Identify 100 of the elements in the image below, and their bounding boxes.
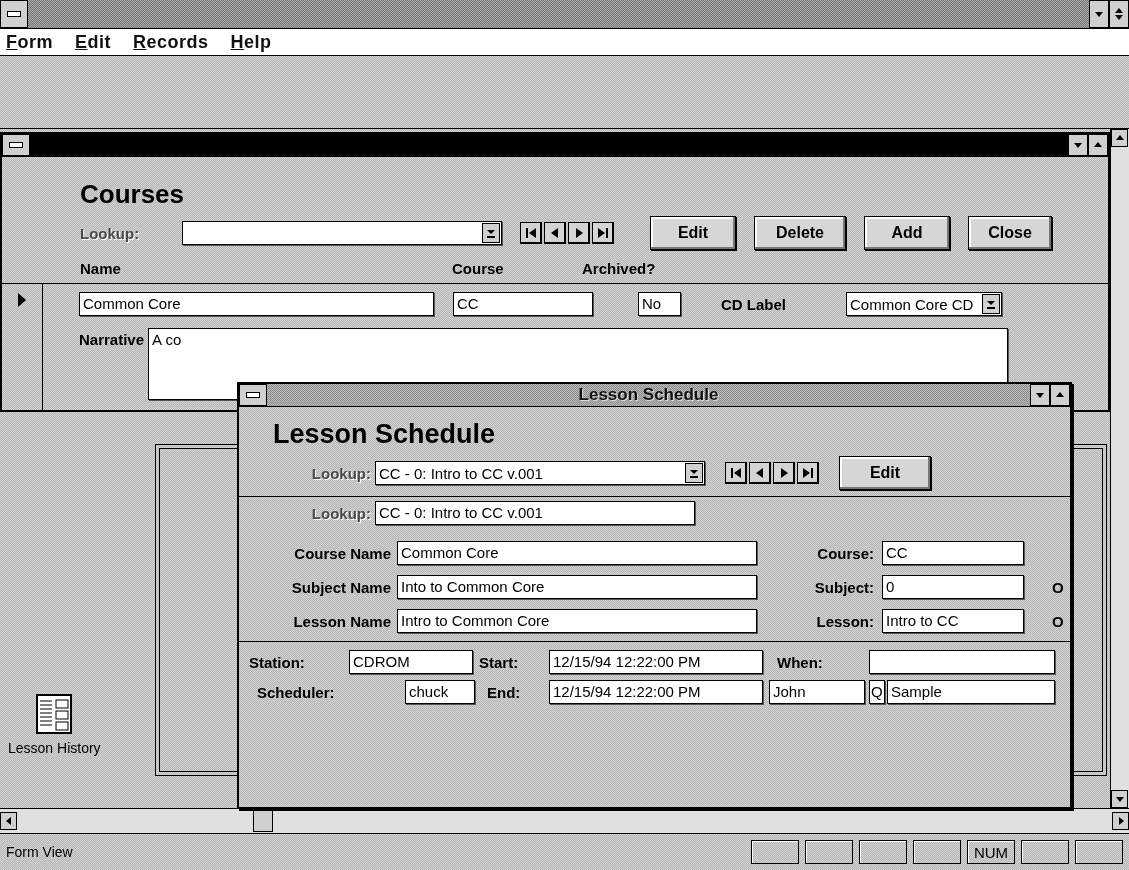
scroll-down-button[interactable] — [1111, 790, 1128, 808]
course-field[interactable]: CC — [453, 292, 593, 316]
narrative-label: Narrative — [79, 331, 145, 348]
down-arrow-icon — [1073, 140, 1083, 150]
minimize-button[interactable] — [1068, 134, 1088, 156]
status-panel — [751, 840, 799, 864]
status-panel — [805, 840, 853, 864]
field-label: O — [1052, 612, 1064, 630]
status-panel — [913, 840, 961, 864]
menu-item[interactable]: Form — [6, 31, 53, 53]
scroll-thumb[interactable] — [253, 810, 273, 832]
form-button[interactable]: Close — [968, 216, 1052, 250]
first-icon — [524, 226, 537, 239]
form-button[interactable]: Edit — [839, 456, 931, 490]
text-field[interactable]: Into to Common Core — [397, 575, 757, 599]
form-icon[interactable] — [36, 694, 73, 734]
field-label: Station: — [249, 653, 306, 671]
form-heading: Courses — [80, 179, 186, 210]
form-button[interactable]: Add — [864, 216, 950, 250]
down-arrow-icon — [986, 298, 996, 310]
up-arrow-icon — [1114, 133, 1125, 143]
down-arrow-icon — [1094, 9, 1104, 19]
text-field[interactable]: Common Core — [397, 541, 757, 565]
text-field[interactable]: chuck — [405, 680, 475, 704]
status-indicator: NUM — [967, 840, 1015, 864]
dash-icon — [7, 11, 21, 17]
field-label: Lesson Name — [292, 612, 392, 630]
lookup-label: Lookup: — [310, 504, 372, 522]
scroll-up-button[interactable] — [1111, 129, 1128, 147]
text-field[interactable]: CDROM — [349, 650, 473, 674]
menu-item[interactable]: Help — [230, 31, 272, 53]
name-field[interactable]: Common Core — [79, 292, 434, 316]
text-field[interactable]: Sample — [887, 680, 1055, 704]
last-record-button[interactable] — [592, 222, 614, 244]
column-header: Name — [80, 260, 122, 277]
dropdown-button[interactable] — [482, 223, 500, 243]
previous-record-button[interactable] — [544, 222, 566, 244]
field-label: Start: — [479, 653, 520, 671]
text-field[interactable]: Q — [869, 680, 885, 704]
scroll-left-button[interactable] — [0, 812, 17, 830]
maximize-button[interactable] — [1050, 384, 1070, 406]
restore-button[interactable] — [1109, 0, 1129, 28]
text-field[interactable]: Intro to CC — [882, 609, 1024, 633]
text-field[interactable]: 12/15/94 12:22:00 PM — [549, 680, 763, 704]
next-record-button[interactable] — [568, 222, 590, 244]
previous-record-button[interactable] — [749, 462, 771, 484]
dropdown-button[interactable] — [982, 294, 1000, 314]
text-field[interactable]: Intro to Common Core — [397, 609, 757, 633]
first-record-button[interactable] — [520, 222, 542, 244]
down-arrow-icon — [486, 227, 496, 239]
menu-item[interactable]: Records — [133, 31, 209, 53]
down-arrow-icon — [1035, 390, 1045, 400]
icon-caption[interactable]: Lesson History — [8, 740, 101, 756]
cd-label-combo[interactable]: Common Core CD — [846, 292, 1002, 316]
text-field[interactable]: 12/15/94 12:22:00 PM — [549, 650, 763, 674]
system-menu-button[interactable] — [2, 134, 30, 156]
text-field[interactable]: CC — [882, 541, 1024, 565]
cd-label-label: CD Label — [721, 295, 787, 313]
menu-item[interactable]: Edit — [75, 31, 112, 53]
lookup-label: Lookup: — [80, 224, 141, 242]
field-label: End: — [486, 683, 522, 701]
field-label: Course Name — [293, 544, 392, 562]
maximize-button[interactable] — [1088, 134, 1108, 156]
first-record-button[interactable] — [725, 462, 747, 484]
dash-icon — [246, 392, 260, 398]
field-label: O — [1052, 578, 1064, 596]
minimize-button[interactable] — [1030, 384, 1050, 406]
down-arrow-icon — [689, 467, 699, 479]
next-record-button[interactable] — [773, 462, 795, 484]
current-record-icon — [17, 292, 27, 308]
form-button[interactable]: Delete — [754, 216, 846, 250]
dropdown-button[interactable] — [685, 463, 703, 483]
text-field[interactable]: John — [769, 680, 865, 704]
lookup-label: Lookup: — [310, 464, 372, 482]
lookup-combo[interactable]: CC - 0: Intro to CC v.001 — [375, 461, 705, 485]
system-menu-button[interactable] — [239, 384, 267, 406]
text-field[interactable]: 0 — [882, 575, 1024, 599]
status-text: Form View — [6, 844, 74, 860]
status-panel — [859, 840, 907, 864]
up-arrow-icon — [1093, 140, 1103, 150]
last-record-button[interactable] — [797, 462, 819, 484]
text-field[interactable] — [869, 650, 1055, 674]
field-label: Scheduler: — [256, 683, 336, 701]
status-panel — [1021, 840, 1069, 864]
up-arrow-icon — [1055, 390, 1065, 400]
form-heading: Lesson Schedule — [273, 419, 497, 450]
lookup-field[interactable]: CC - 0: Intro to CC v.001 — [375, 501, 695, 525]
up-down-arrow-icon — [1114, 6, 1124, 22]
archived-field[interactable]: No — [638, 292, 681, 316]
system-menu-button[interactable] — [0, 0, 28, 28]
field-label: Lesson: — [815, 612, 875, 630]
last-icon — [801, 466, 814, 479]
field-label: Course: — [816, 544, 875, 562]
field-label: Subject: — [813, 578, 875, 596]
form-button[interactable]: Edit — [650, 216, 736, 250]
first-icon — [729, 466, 742, 479]
scroll-right-button[interactable] — [1112, 812, 1129, 830]
lookup-combo[interactable] — [182, 221, 502, 245]
field-label: Subject Name — [290, 578, 392, 596]
minimize-button[interactable] — [1089, 0, 1109, 28]
